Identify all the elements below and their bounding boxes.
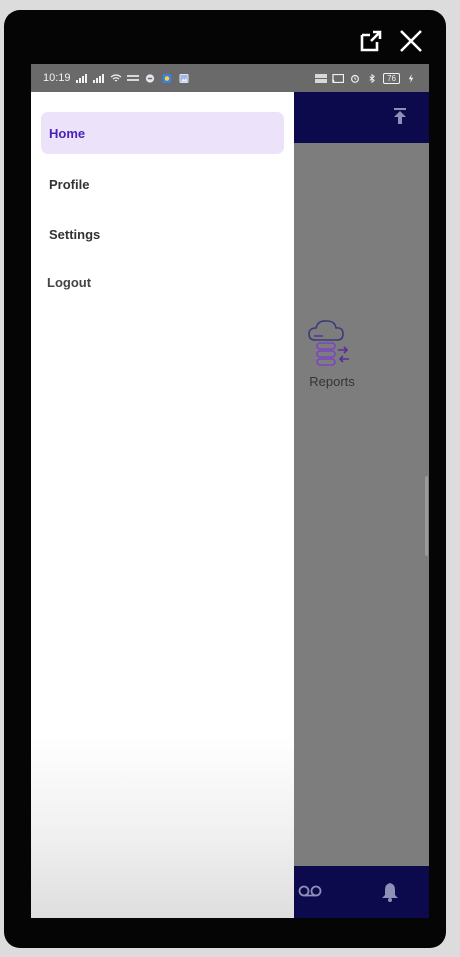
gallery-icon: [179, 73, 189, 83]
alarm-icon: [351, 74, 360, 83]
drawer-item-label: Home: [49, 125, 86, 141]
status-time: 10:19: [43, 72, 71, 84]
drawer-item-profile[interactable]: Profile: [41, 163, 284, 205]
status-right: 76: [315, 72, 417, 84]
app-notification-icon: [162, 73, 172, 83]
app-header: [294, 92, 429, 143]
cast-icon: [332, 73, 345, 83]
reports-label: Reports: [309, 374, 355, 389]
wifi-icon: [110, 73, 121, 81]
battery-level: 76: [383, 72, 400, 84]
bluetooth-icon: [369, 73, 376, 83]
close-icon[interactable]: [398, 28, 424, 54]
bottom-nav: [294, 866, 429, 918]
signal-icon: [92, 73, 104, 83]
signal-icon: [75, 73, 87, 83]
frame-controls: [358, 28, 424, 54]
drawer-item-label: Logout: [47, 274, 92, 290]
scroll-to-top-icon[interactable]: [393, 108, 407, 124]
network-speed-icon: [126, 74, 139, 81]
open-external-icon[interactable]: [358, 28, 384, 54]
drawer-item-label: Profile: [49, 176, 90, 192]
cloud-database-icon: [308, 320, 349, 366]
voicemail-icon[interactable]: [298, 884, 322, 898]
drawer-item-logout[interactable]: Logout: [39, 261, 282, 303]
device-frame: 10:19 76 Reports Home Profile Settings L…: [4, 10, 446, 948]
background-app: Reports: [294, 92, 429, 918]
app-notification-icon: [145, 73, 154, 83]
navigation-drawer: Home Profile Settings Logout: [31, 92, 294, 918]
charging-icon: [408, 73, 414, 83]
status-left: 10:19: [43, 72, 190, 84]
bell-icon[interactable]: [381, 882, 399, 902]
status-bar: 10:19 76: [31, 64, 429, 92]
drawer-item-label: Settings: [49, 226, 101, 242]
phone-screen: 10:19 76 Reports Home Profile Settings L…: [31, 64, 429, 918]
scrollbar[interactable]: [425, 476, 428, 556]
volte-icon: [315, 73, 328, 83]
reports-tile[interactable]: Reports: [302, 318, 362, 389]
drawer-item-home[interactable]: Home: [41, 112, 284, 154]
drawer-item-settings[interactable]: Settings: [41, 213, 284, 255]
